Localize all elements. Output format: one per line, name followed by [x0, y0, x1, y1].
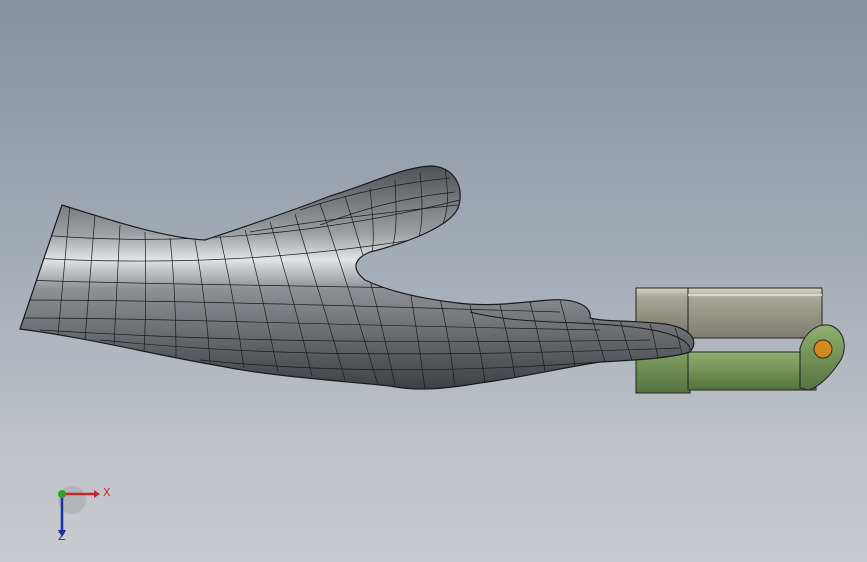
y-axis-dot — [58, 490, 66, 498]
gripper-lower-body[interactable] — [687, 351, 817, 391]
view-orientation-triad-icon[interactable]: X Z — [50, 482, 111, 546]
x-axis-label: X — [103, 486, 111, 499]
model-scene[interactable] — [0, 0, 867, 562]
hinge-pin[interactable] — [813, 339, 833, 359]
hand-model[interactable] — [19, 165, 695, 390]
graphics-viewport[interactable]: X Z — [0, 0, 867, 562]
z-axis-label: Z — [58, 530, 66, 543]
